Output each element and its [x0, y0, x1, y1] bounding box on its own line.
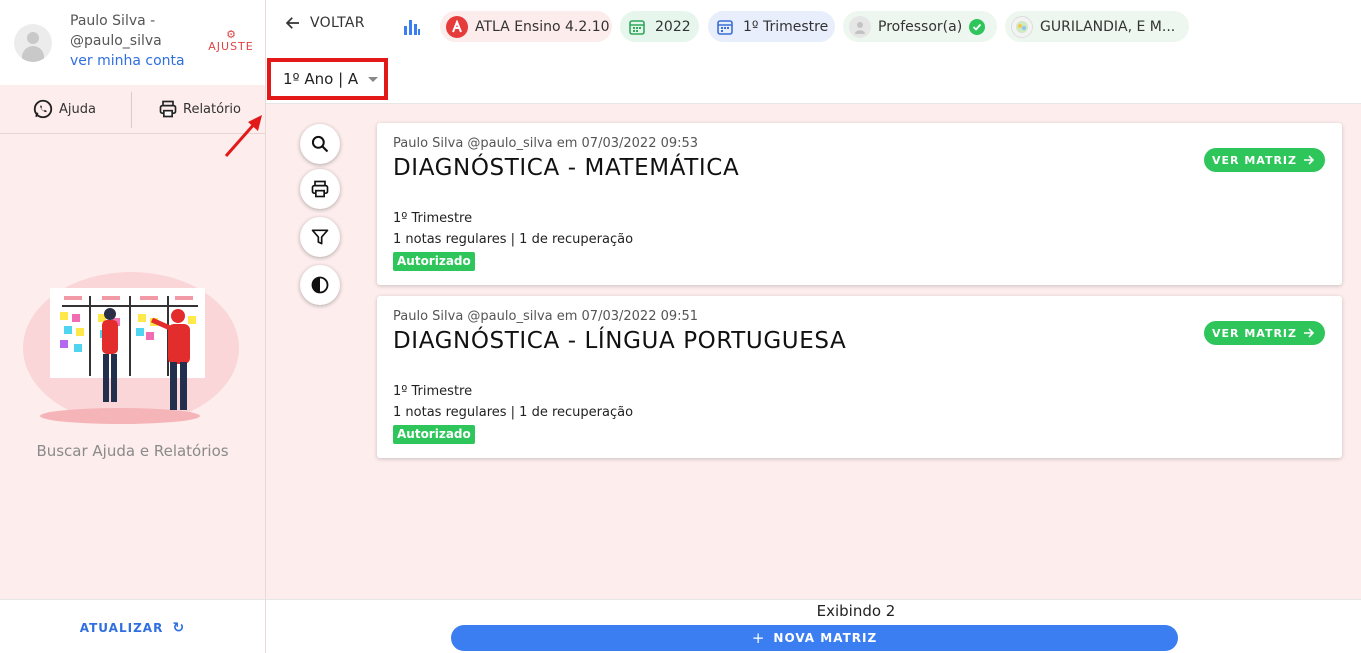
- year-chip[interactable]: 2022: [620, 11, 699, 42]
- settings-button[interactable]: ⚙ AJUSTE: [206, 28, 256, 53]
- contrast-tool-button[interactable]: [300, 265, 340, 305]
- matrix-card[interactable]: Paulo Silva @paulo_silva em 07/03/2022 0…: [377, 123, 1342, 285]
- new-matrix-button[interactable]: + NOVA MATRIZ: [451, 625, 1178, 651]
- help-illustration: [23, 272, 239, 424]
- top-bar: VOLTAR ATLA Ensino 4.2.10 2022 1º Trimes…: [266, 0, 1361, 104]
- plus-icon: +: [751, 629, 766, 647]
- result-count: Exibindo 2: [816, 602, 896, 620]
- calendar-icon: [626, 16, 648, 38]
- view-matrix-label: VER MATRIZ: [1212, 326, 1297, 340]
- main-content: Paulo Silva @paulo_silva em 07/03/2022 0…: [266, 104, 1361, 599]
- filter-tool-button[interactable]: [300, 217, 340, 257]
- class-selector[interactable]: 1º Ano | A: [267, 58, 388, 100]
- whatsapp-icon: [33, 99, 53, 119]
- card-grades: 1 notas regulares | 1 de recuperação: [393, 405, 634, 420]
- year-label: 2022: [655, 18, 691, 35]
- class-selector-value: 1º Ano | A: [283, 70, 359, 88]
- card-term: 1º Trimestre: [393, 384, 473, 399]
- user-name-line: Paulo Silva -: [70, 13, 156, 29]
- card-title: DIAGNÓSTICA - MATEMÁTICA: [393, 155, 740, 181]
- annotation-arrow-icon: [224, 115, 262, 157]
- my-account-link[interactable]: ver minha conta: [70, 53, 185, 69]
- settings-label: AJUSTE: [208, 40, 254, 53]
- school-logo-icon: [1011, 15, 1033, 38]
- print-tool-button[interactable]: [300, 169, 340, 209]
- refresh-label: ATUALIZAR: [79, 621, 164, 635]
- card-meta: Paulo Silva @paulo_silva em 07/03/2022 0…: [393, 309, 699, 324]
- back-button[interactable]: VOLTAR: [284, 14, 365, 32]
- app-version-label: ATLA Ensino 4.2.10: [475, 18, 610, 35]
- help-button[interactable]: Ajuda: [32, 86, 96, 132]
- card-title: DIAGNÓSTICA - LÍNGUA PORTUGUESA: [393, 328, 847, 354]
- card-term: 1º Trimestre: [393, 211, 473, 226]
- sidebar-footer: ATUALIZAR ↻: [0, 599, 265, 653]
- filter-icon: [311, 229, 329, 245]
- app-version-chip[interactable]: ATLA Ensino 4.2.10: [440, 11, 612, 42]
- user-box: Paulo Silva - @paulo_silva ver minha con…: [0, 0, 265, 85]
- term-chip[interactable]: 1º Trimestre: [708, 11, 835, 42]
- contrast-icon: [311, 276, 329, 294]
- new-matrix-label: NOVA MATRIZ: [773, 631, 878, 645]
- atla-logo-icon: [446, 15, 468, 38]
- status-badge: Autorizado: [393, 252, 475, 271]
- arrow-right-icon: [1304, 155, 1315, 165]
- check-icon: [969, 18, 986, 35]
- help-label: Ajuda: [59, 101, 96, 117]
- search-tool-button[interactable]: [300, 124, 340, 164]
- view-matrix-button[interactable]: VER MATRIZ: [1204, 148, 1325, 172]
- help-text: Buscar Ajuda e Relatórios: [36, 442, 229, 460]
- status-badge: Autorizado: [393, 425, 475, 444]
- refresh-button[interactable]: ATUALIZAR ↻: [0, 620, 265, 636]
- card-grades: 1 notas regulares | 1 de recuperação: [393, 232, 634, 247]
- view-matrix-button[interactable]: VER MATRIZ: [1204, 321, 1325, 345]
- refresh-icon: ↻: [172, 620, 186, 636]
- back-label: VOLTAR: [310, 15, 365, 31]
- matrix-card[interactable]: Paulo Silva @paulo_silva em 07/03/2022 0…: [377, 296, 1342, 458]
- gear-icon: ⚙: [226, 28, 236, 41]
- role-chip[interactable]: Professor(a): [843, 11, 997, 42]
- bar-chart-icon[interactable]: [403, 16, 421, 36]
- school-chip[interactable]: GURILANDIA, E M...: [1005, 11, 1189, 42]
- printer-icon: [311, 180, 329, 198]
- sidebar: Paulo Silva - @paulo_silva ver minha con…: [0, 0, 266, 653]
- user-icon: [849, 15, 871, 38]
- calendar-icon: [714, 16, 736, 38]
- divider: [131, 92, 132, 128]
- card-meta: Paulo Silva @paulo_silva em 07/03/2022 0…: [393, 136, 699, 151]
- printer-icon: [159, 100, 177, 118]
- caret-down-icon: [368, 76, 379, 82]
- user-handle: @paulo_silva: [70, 33, 162, 49]
- arrow-left-icon: [285, 17, 299, 29]
- arrow-right-icon: [1304, 328, 1315, 338]
- search-icon: [311, 135, 329, 153]
- view-matrix-label: VER MATRIZ: [1212, 153, 1297, 167]
- school-label: GURILANDIA, E M...: [1040, 18, 1176, 35]
- bottom-bar: Exibindo 2 + NOVA MATRIZ: [266, 599, 1361, 653]
- role-label: Professor(a): [878, 18, 963, 35]
- term-label: 1º Trimestre: [743, 18, 829, 35]
- avatar[interactable]: [14, 24, 52, 62]
- user-name: Paulo Silva - @paulo_silva: [70, 11, 162, 51]
